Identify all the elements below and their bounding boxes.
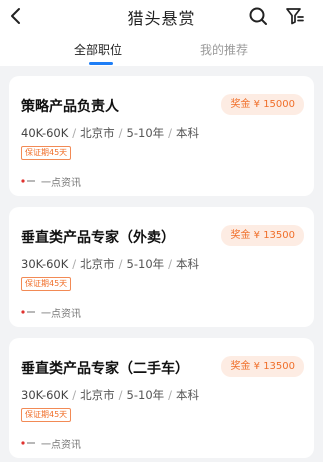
company-name: 一点资讯 [41,308,81,320]
job-title: 策略产品负责人 [21,99,119,115]
education: 本科 [176,257,200,271]
company-name: 一点资讯 [41,177,81,189]
bonus-badge: 奖金 ¥ 15000 [221,94,304,115]
top-bar: 猎头悬赏 [0,0,323,32]
salary: 40K-60K [21,126,69,140]
company-name: 一点资讯 [41,439,81,451]
tab-bar: 全部职位 我的推荐 [0,32,323,66]
job-info-row: 30K-60K / 北京市/5-10年 / 本科 [21,257,200,271]
header: 猎头悬赏 全部职位 我的推荐 [0,0,323,66]
search-icon[interactable] [248,6,268,26]
experience: 5-10年 [126,388,165,402]
education: 本科 [176,388,200,402]
job-card[interactable]: 垂直类产品专家（二手车） 奖金 ¥ 13500 30K-60K / 北京市/5-10… [9,338,314,458]
active-tab-indicator [89,62,113,65]
bonus-badge: 奖金 ¥ 13500 [221,225,304,246]
bonus-badge: 奖金 ¥ 13500 [221,356,304,377]
company-logo-icon [21,179,35,183]
company-row: 一点资讯 [21,305,81,320]
job-card[interactable]: 垂直类产品专家（外卖） 奖金 ¥ 13500 30K-60K / 北京市/5-10年… [9,207,314,327]
experience: 5-10年 [126,126,165,140]
filter-icon[interactable] [285,6,305,26]
city: 北京市 [80,126,115,140]
guarantee-tag: 保证期45天 [21,277,72,291]
salary: 30K-60K [21,257,69,271]
job-info-row: 40K-60K / 北京市/5-10年 / 本科 [21,126,200,140]
job-info-row: 30K-60K / 北京市/5-10年 / 本科 [21,388,200,402]
page-title: 猎头悬赏 [127,9,196,28]
guarantee-tag: 保证期45天 [21,146,72,160]
city: 北京市 [80,388,115,402]
job-title: 垂直类产品专家（外卖） [21,230,175,246]
experience: 5-10年 [126,257,165,271]
tab-all-jobs[interactable]: 全部职位 [74,41,122,58]
company-logo-icon [21,441,35,445]
tab-my-recommendations[interactable]: 我的推荐 [200,41,248,58]
education: 本科 [176,126,200,140]
city: 北京市 [80,257,115,271]
company-row: 一点资讯 [21,436,81,451]
company-logo-icon [21,310,35,314]
job-title: 垂直类产品专家（二手车） [21,361,189,377]
company-row: 一点资讯 [21,174,81,189]
guarantee-tag: 保证期45天 [21,408,72,422]
salary: 30K-60K [21,388,69,402]
job-card[interactable]: 策略产品负责人 奖金 ¥ 15000 40K-60K / 北京市/5-10年 / 本科 … [9,76,314,196]
